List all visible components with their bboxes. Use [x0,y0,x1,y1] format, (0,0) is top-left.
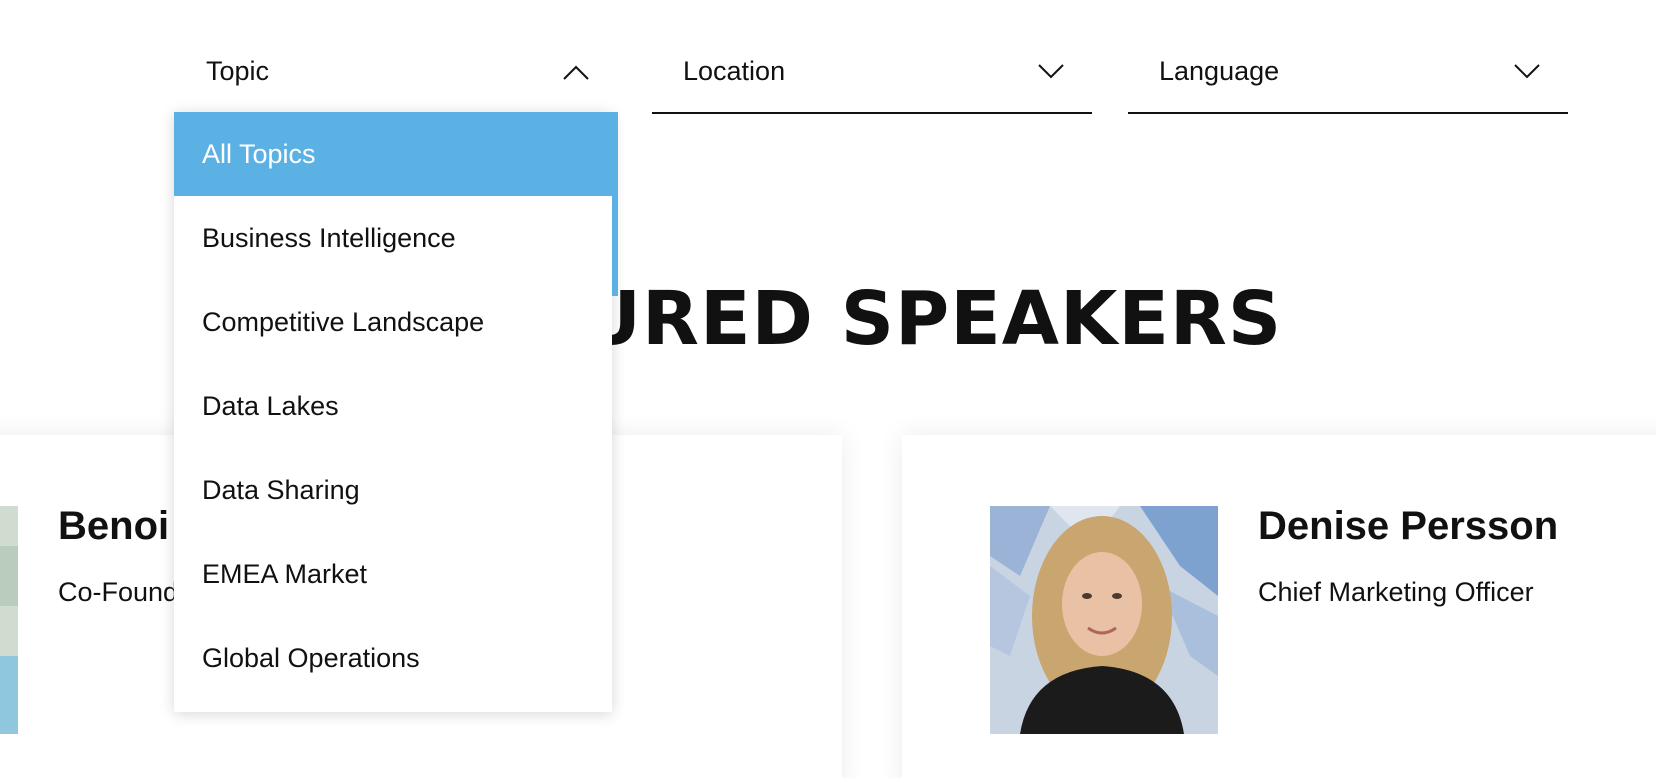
chevron-down-icon [1038,64,1064,80]
speaker-role: Co-Found [58,577,179,607]
dropdown-scrollbar[interactable] [612,112,618,296]
dropdown-option-business-intelligence[interactable]: Business Intelligence [174,196,612,280]
speaker-photo [990,506,1218,734]
speaker-name: Denise Persson [1258,504,1559,548]
dropdown-option-emea-market[interactable]: EMEA Market [174,532,612,616]
speaker-name: Benoi [58,504,170,548]
topic-filter[interactable]: Topic [175,40,617,112]
language-filter-label: Language [1159,56,1280,86]
chevron-down-icon [1514,64,1540,80]
topic-dropdown-menu[interactable]: All Topics Business Intelligence Competi… [174,112,618,712]
chevron-up-icon [563,64,589,80]
location-filter[interactable]: Location [652,40,1092,114]
location-filter-label: Location [683,56,786,86]
topic-filter-label: Topic [206,56,270,86]
dropdown-option-all-topics[interactable]: All Topics [174,112,618,196]
dropdown-option-competitive-landscape[interactable]: Competitive Landscape [174,280,612,364]
page: Topic Location Language FEATURED SPEAKER… [0,0,1656,778]
speaker-role: Chief Marketing Officer [1258,577,1534,607]
language-filter[interactable]: Language [1128,40,1568,114]
dropdown-option-data-lakes[interactable]: Data Lakes [174,364,612,448]
dropdown-option-data-sharing[interactable]: Data Sharing [174,448,612,532]
speaker-photo [0,506,18,734]
dropdown-option-global-operations[interactable]: Global Operations [174,616,612,700]
